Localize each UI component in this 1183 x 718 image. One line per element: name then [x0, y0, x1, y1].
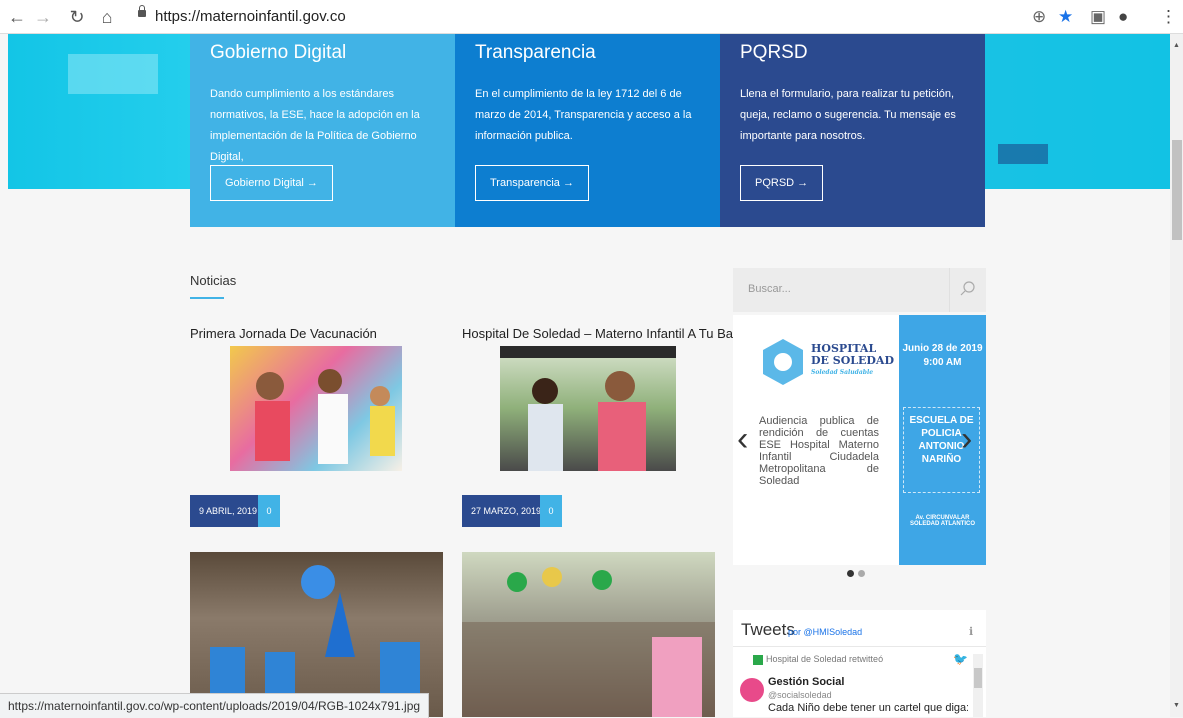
- event-slider[interactable]: HOSPITAL DE SOLEDAD Soledad Saludable Au…: [733, 315, 986, 565]
- transparencia-button[interactable]: Transparencia →: [475, 165, 589, 201]
- retweet-label: Hospital de Soledad retwitteó: [766, 654, 884, 664]
- reload-icon[interactable]: ↻: [66, 6, 88, 28]
- post-photo-graphic: [500, 346, 676, 471]
- slide-address: Av. CIRCUNVALAR SOLEDAD ATLANTICO: [910, 515, 975, 527]
- tweet-handle[interactable]: @socialsoledad: [768, 690, 832, 700]
- divider: [733, 646, 986, 647]
- zoom-icon[interactable]: ⊕: [1032, 7, 1046, 27]
- slide-date: Junio 28 de 2019: [902, 343, 983, 354]
- post-photo-graphic: [255, 369, 395, 464]
- forward-icon[interactable]: →: [32, 6, 54, 28]
- slide-text: Audiencia publica de rendición de cuenta…: [759, 415, 879, 487]
- tweets-scroll-thumb[interactable]: [974, 668, 982, 688]
- card-pqrsd: PQRSD Llena el formulario, para realizar…: [720, 34, 985, 227]
- slide-time: 9:00 AM: [923, 357, 962, 368]
- comment-count[interactable]: 0: [258, 495, 280, 527]
- lock-icon: [138, 5, 146, 17]
- post-date: 27 MARZO, 2019: [462, 495, 551, 527]
- pqrsd-button[interactable]: PQRSD →: [740, 165, 824, 201]
- tweet-author[interactable]: Gestión Social: [768, 676, 844, 688]
- section-underline: [190, 297, 224, 299]
- gobierno-digital-button[interactable]: Gobierno Digital →: [210, 165, 333, 201]
- url-text[interactable]: https://maternoinfantil.gov.co: [155, 8, 346, 25]
- post-title-link[interactable]: Primera Jornada De Vacunación: [190, 326, 377, 341]
- card-gobierno-digital: Gobierno Digital Dando cumplimiento a lo…: [190, 34, 455, 227]
- post-image[interactable]: [230, 346, 402, 471]
- slider-next-icon[interactable]: ›: [961, 420, 972, 459]
- info-icon[interactable]: ℹ: [969, 625, 973, 638]
- slide-right-panel: Junio 28 de 2019 9:00 AM ESCUELA DE POLI…: [899, 315, 986, 565]
- logo-subtitle: Soledad Saludable: [811, 369, 874, 376]
- tweets-by-link[interactable]: por @HMISoledad: [788, 627, 862, 637]
- back-icon[interactable]: ←: [6, 6, 28, 28]
- card-text: En el cumplimiento de la ley 1712 del 6 …: [475, 88, 692, 142]
- twitter-bird-icon: 🐦: [953, 652, 968, 666]
- post-title-link[interactable]: Hospital De Soledad – Materno Infantil A…: [462, 326, 752, 341]
- browser-toolbar: ← → ↻ ⌂ https://maternoinfantil.gov.co ⊕…: [0, 0, 1183, 34]
- card-title: Transparencia: [475, 42, 596, 63]
- logo-line2: DE SOLEDAD: [811, 354, 895, 367]
- card-title: PQRSD: [740, 42, 808, 63]
- page-scrollbar[interactable]: ▲ ▼: [1170, 34, 1183, 717]
- profile-icon[interactable]: ●: [1118, 7, 1128, 27]
- tweets-widget: Tweets por @HMISoledad ℹ Hospital de Sol…: [733, 610, 986, 717]
- slide-left-panel: HOSPITAL DE SOLEDAD Soledad Saludable Au…: [733, 315, 899, 565]
- scroll-up-icon[interactable]: ▲: [1173, 42, 1180, 49]
- retweet-icon: [753, 655, 763, 665]
- card-text: Llena el formulario, para realizar tu pe…: [740, 88, 956, 142]
- section-title: Noticias: [190, 273, 237, 288]
- card-title: Gobierno Digital: [210, 42, 347, 63]
- page-scroll-thumb[interactable]: [1172, 140, 1182, 240]
- card-text: Dando cumplimiento a los estándares norm…: [210, 88, 420, 163]
- post-image[interactable]: [500, 346, 676, 471]
- avatar[interactable]: [740, 678, 764, 702]
- bookmark-star-icon[interactable]: ★: [1058, 7, 1073, 27]
- tweets-title: Tweets: [741, 620, 795, 639]
- comment-count[interactable]: 0: [540, 495, 562, 527]
- tweet-text: Cada Niño debe tener un cartel que diga:…: [768, 702, 968, 714]
- post-date: 9 ABRIL, 2019: [190, 495, 267, 527]
- card-transparencia: Transparencia En el cumplimiento de la l…: [455, 34, 720, 227]
- post-photo-graphic: [462, 567, 715, 717]
- search-button[interactable]: [949, 268, 987, 312]
- search-input[interactable]: Buscar...: [748, 283, 791, 295]
- hospital-logo-icon: [763, 339, 803, 385]
- tweets-scrollbar[interactable]: [973, 654, 983, 717]
- home-icon[interactable]: ⌂: [96, 6, 118, 28]
- slider-prev-icon[interactable]: ‹: [737, 420, 748, 459]
- slider-dot-active[interactable]: [847, 570, 854, 577]
- post-image[interactable]: [462, 552, 715, 717]
- status-bar-url: https://maternoinfantil.gov.co/wp-conten…: [0, 693, 430, 718]
- slider-dot[interactable]: [858, 570, 865, 577]
- search-icon: [960, 281, 975, 296]
- extension-icon[interactable]: ▣: [1090, 7, 1106, 27]
- menu-icon[interactable]: ⋮: [1160, 7, 1177, 27]
- page-viewport: Gobierno Digital Dando cumplimiento a lo…: [0, 34, 1170, 717]
- search-box[interactable]: Buscar...: [733, 268, 986, 312]
- scroll-down-icon[interactable]: ▼: [1173, 702, 1180, 709]
